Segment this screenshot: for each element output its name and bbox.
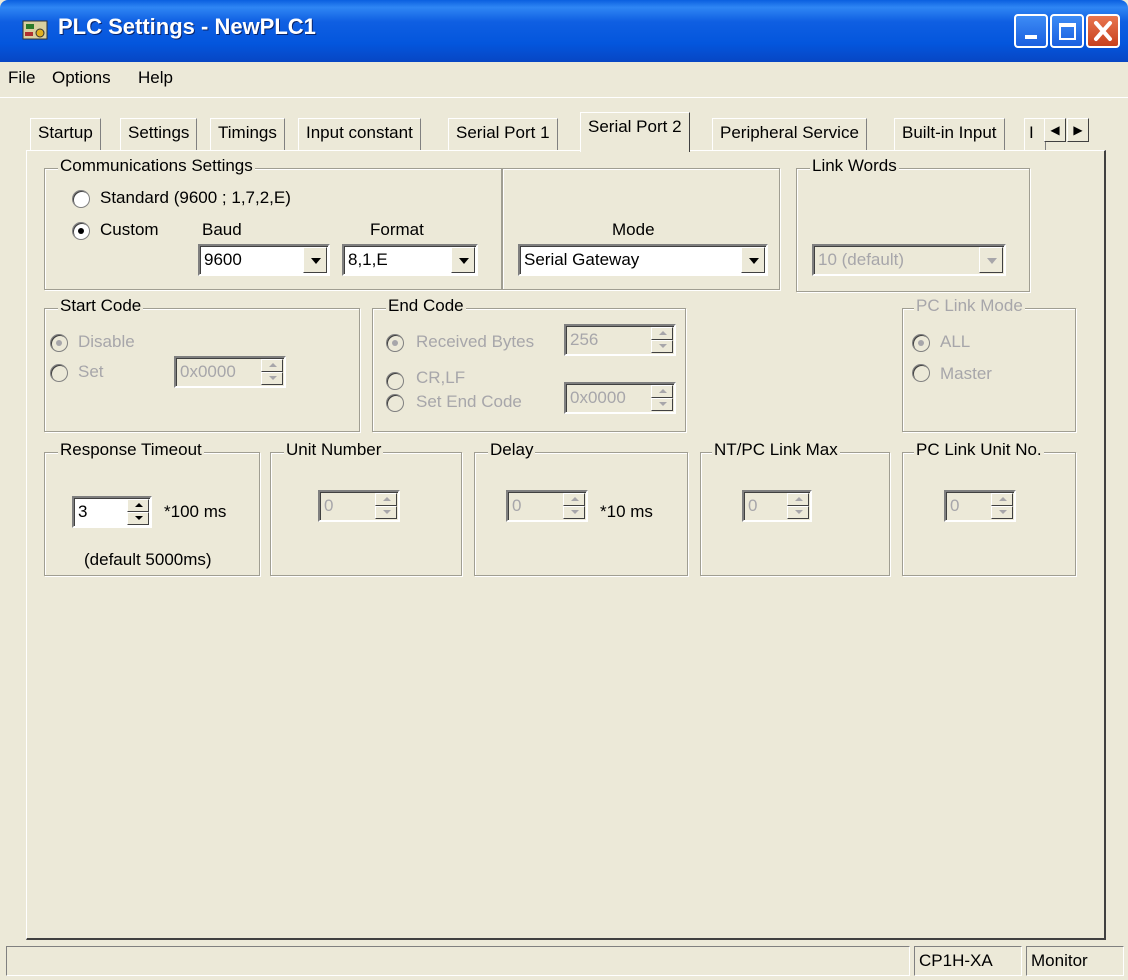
chevron-down-icon[interactable] xyxy=(303,247,327,273)
tab-built-in-input[interactable]: Built-in Input xyxy=(894,118,1005,150)
minimize-icon xyxy=(1025,35,1037,39)
received-bytes-radio xyxy=(386,334,404,352)
crlf-radio xyxy=(386,372,404,390)
link-words-select: 10 (default) xyxy=(812,244,1006,276)
chevron-down-icon[interactable] xyxy=(741,247,765,273)
pc-link-unit-no-value: 0 xyxy=(950,496,960,515)
start-code-value-spinner: 0x0000 xyxy=(174,356,286,388)
status-bar-main xyxy=(6,946,910,976)
nt-pc-link-max-legend: NT/PC Link Max xyxy=(712,440,840,460)
tab-serial-port-1[interactable]: Serial Port 1 xyxy=(448,118,558,150)
delay-value: 0 xyxy=(512,496,522,515)
custom-label: Custom xyxy=(100,220,159,239)
format-label: Format xyxy=(370,220,424,239)
baud-label: Baud xyxy=(202,220,242,239)
response-timeout-spinner[interactable]: 3 xyxy=(72,496,152,528)
spin-arrows-icon xyxy=(787,493,809,519)
nt-pc-link-max-value: 0 xyxy=(748,496,758,515)
arrow-left-icon: ◀ xyxy=(1050,123,1060,137)
unit-number-legend: Unit Number xyxy=(284,440,384,460)
start-code-disable-radio xyxy=(50,334,68,352)
communications-settings-legend: Communications Settings xyxy=(58,156,255,176)
menu-help[interactable]: Help xyxy=(138,68,173,88)
set-end-code-radio xyxy=(386,394,404,412)
end-code-legend: End Code xyxy=(386,296,466,316)
received-bytes-spinner: 256 xyxy=(564,324,676,356)
response-timeout-unit: *100 ms xyxy=(164,502,227,521)
set-end-code-value: 0x0000 xyxy=(570,388,626,407)
start-code-set-label: Set xyxy=(78,362,104,381)
response-timeout-note: (default 5000ms) xyxy=(84,550,212,569)
start-code-legend: Start Code xyxy=(58,296,144,316)
maximize-icon xyxy=(1059,23,1076,40)
close-icon xyxy=(1094,21,1112,41)
spin-arrows-icon[interactable] xyxy=(127,499,149,525)
tab-scroll-right-button[interactable]: ▶ xyxy=(1067,118,1089,142)
baud-value: 9600 xyxy=(204,250,242,269)
set-end-code-spinner: 0x0000 xyxy=(564,382,676,414)
standard-label: Standard (9600 ; 1,7,2,E) xyxy=(100,188,291,207)
spin-arrows-icon xyxy=(563,493,585,519)
menu-options[interactable]: Options xyxy=(52,68,111,88)
mode-select[interactable]: Serial Gateway xyxy=(518,244,768,276)
received-bytes-value: 256 xyxy=(570,330,599,349)
pc-link-unit-no-legend: PC Link Unit No. xyxy=(914,440,1044,460)
spin-arrows-icon xyxy=(991,493,1013,519)
maximize-button[interactable] xyxy=(1050,14,1084,48)
tab-startup[interactable]: Startup xyxy=(30,118,101,150)
link-words-legend: Link Words xyxy=(810,156,899,176)
spin-arrows-icon xyxy=(375,493,397,519)
tab-serial-port-2[interactable]: Serial Port 2 xyxy=(580,112,690,152)
spin-arrows-icon xyxy=(261,359,283,385)
arrow-right-icon: ▶ xyxy=(1073,123,1083,137)
chevron-down-icon[interactable] xyxy=(451,247,475,273)
start-code-value: 0x0000 xyxy=(180,362,236,381)
unit-number-spinner: 0 xyxy=(318,490,400,522)
tab-overflow[interactable]: I xyxy=(1024,118,1046,150)
response-timeout-legend: Response Timeout xyxy=(58,440,204,460)
mode-value: Serial Gateway xyxy=(524,250,640,269)
nt-pc-link-max-spinner: 0 xyxy=(742,490,812,522)
plc-app-icon xyxy=(22,20,48,40)
delay-unit: *10 ms xyxy=(600,502,653,521)
pc-link-master-label: Master xyxy=(940,364,992,383)
minimize-button[interactable] xyxy=(1014,14,1048,48)
status-model: CP1H-XA xyxy=(914,946,1022,976)
tab-settings[interactable]: Settings xyxy=(120,118,198,150)
response-timeout-value: 3 xyxy=(78,502,88,521)
chevron-down-icon xyxy=(979,247,1003,273)
pc-link-mode-legend: PC Link Mode xyxy=(914,296,1025,316)
custom-radio[interactable] xyxy=(72,222,90,240)
close-button[interactable] xyxy=(1086,14,1120,48)
format-value: 8,1,E xyxy=(348,250,388,269)
delay-spinner: 0 xyxy=(506,490,588,522)
delay-legend: Delay xyxy=(488,440,536,460)
tab-input-constant[interactable]: Input constant xyxy=(298,118,421,150)
tab-scroll-left-button[interactable]: ◀ xyxy=(1044,118,1066,142)
pc-link-master-radio xyxy=(912,364,930,382)
format-select[interactable]: 8,1,E xyxy=(342,244,478,276)
pc-link-all-label: ALL xyxy=(940,332,971,351)
start-code-disable-label: Disable xyxy=(78,332,135,351)
received-bytes-label: Received Bytes xyxy=(416,332,535,351)
tab-peripheral-service[interactable]: Peripheral Service xyxy=(712,118,867,150)
pc-link-unit-no-spinner: 0 xyxy=(944,490,1016,522)
standard-radio[interactable] xyxy=(72,190,90,208)
title-bar[interactable]: PLC Settings - NewPLC1 xyxy=(0,0,1128,62)
mode-label: Mode xyxy=(612,220,655,239)
spin-arrows-icon xyxy=(651,385,673,411)
menu-file[interactable]: File xyxy=(8,68,35,88)
tab-timings[interactable]: Timings xyxy=(210,118,285,150)
window-title: PLC Settings - NewPLC1 xyxy=(58,14,316,39)
link-words-value: 10 (default) xyxy=(818,250,904,269)
status-mode: Monitor xyxy=(1026,946,1124,976)
pc-link-all-radio xyxy=(912,334,930,352)
crlf-label: CR,LF xyxy=(416,368,466,387)
spin-arrows-icon xyxy=(651,327,673,353)
unit-number-value: 0 xyxy=(324,496,334,515)
set-end-code-label: Set End Code xyxy=(416,392,522,411)
start-code-set-radio xyxy=(50,364,68,382)
baud-select[interactable]: 9600 xyxy=(198,244,330,276)
